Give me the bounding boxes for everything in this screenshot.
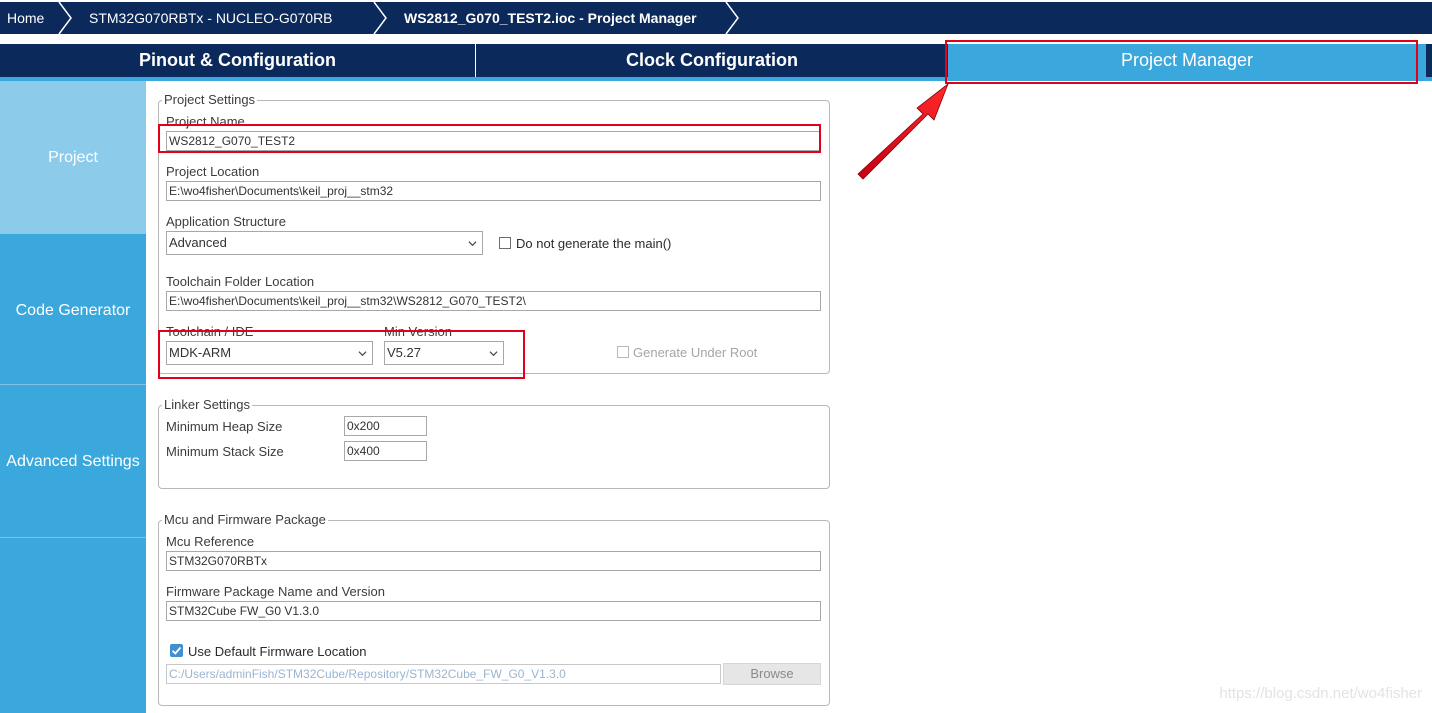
chevron-right-icon [58, 2, 72, 34]
sidebar-item-advanced-settings[interactable]: Advanced Settings [0, 385, 146, 538]
use-default-firmware-label: Use Default Firmware Location [188, 644, 367, 659]
firmware-package-input[interactable]: STM32Cube FW_G0 V1.3.0 [166, 601, 821, 621]
min-heap-label: Minimum Heap Size [166, 419, 283, 434]
min-heap-input[interactable]: 0x200 [344, 416, 427, 436]
project-location-label: Project Location [166, 164, 260, 179]
min-stack-label: Minimum Stack Size [166, 444, 284, 459]
min-stack-input[interactable]: 0x400 [344, 441, 427, 461]
breadcrumb-board[interactable]: STM32G070RBTx - NUCLEO-G070RB [89, 2, 333, 34]
sidebar-item-code-generator[interactable]: Code Generator [0, 234, 146, 387]
project-location-input[interactable]: E:\wo4fisher\Documents\keil_proj__stm32 [166, 181, 821, 201]
breadcrumb-home[interactable]: Home [7, 2, 44, 34]
project-settings-title: Project Settings [162, 92, 258, 107]
check-icon [171, 646, 182, 655]
toolchain-folder-input[interactable]: E:\wo4fisher\Documents\keil_proj__stm32\… [166, 291, 821, 311]
annotation-box-toolchain [158, 330, 525, 379]
chevron-right-icon [373, 2, 387, 34]
generate-under-root-label: Generate Under Root [633, 345, 758, 360]
application-structure-select[interactable]: Advanced [166, 231, 483, 255]
linker-settings-title: Linker Settings [162, 397, 252, 412]
browse-button[interactable]: Browse [723, 663, 821, 685]
breadcrumb: Home STM32G070RBTx - NUCLEO-G070RB WS281… [0, 0, 1432, 36]
mcu-reference-label: Mcu Reference [166, 534, 255, 549]
do-not-generate-main-label: Do not generate the main() [516, 236, 672, 251]
mcu-reference-input[interactable]: STM32G070RBTx [166, 551, 821, 571]
chevron-right-icon [725, 2, 739, 34]
annotation-box-project-name [158, 124, 821, 153]
use-default-firmware-checkbox[interactable] [170, 644, 183, 657]
sidebar-divider [0, 537, 146, 538]
annotation-arrow-icon [857, 82, 949, 180]
firmware-location-input[interactable]: C:/Users/adminFish/STM32Cube/Repository/… [166, 664, 721, 684]
breadcrumb-current: WS2812_G070_TEST2.ioc - Project Manager [404, 10, 697, 26]
watermark: https://blog.csdn.net/wo4fisher [1219, 685, 1422, 702]
sidebar: Project Code Generator Advanced Settings [0, 81, 146, 713]
mcu-firmware-title: Mcu and Firmware Package [162, 512, 328, 527]
toolchain-folder-label: Toolchain Folder Location [166, 274, 315, 289]
chevron-down-icon [468, 241, 477, 247]
firmware-package-label: Firmware Package Name and Version [166, 584, 385, 599]
do-not-generate-main-checkbox[interactable] [499, 237, 511, 249]
application-structure-value: Advanced [169, 235, 227, 250]
tab-pinout-configuration[interactable]: Pinout & Configuration [0, 44, 475, 77]
tab-clock-configuration[interactable]: Clock Configuration [476, 44, 948, 77]
annotation-box-tab [945, 40, 1418, 84]
sidebar-item-project[interactable]: Project [0, 81, 146, 234]
generate-under-root-checkbox[interactable] [617, 346, 629, 358]
application-structure-label: Application Structure [166, 214, 286, 229]
